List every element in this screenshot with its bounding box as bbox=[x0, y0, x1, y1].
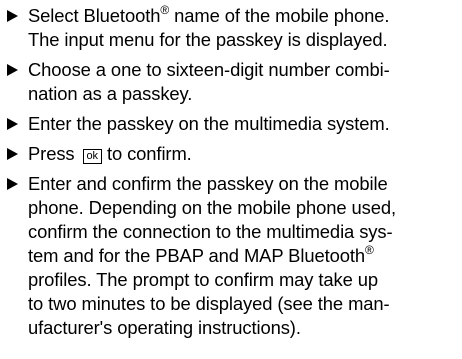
text-line: profiles. The prompt to confirm may take… bbox=[28, 269, 379, 290]
ok-key-symbol: ok bbox=[82, 149, 102, 164]
step-enter-passkey-multimedia: Enter the passkey on the multimedia syst… bbox=[0, 112, 462, 136]
text-line: phone. Depending on the mobile phone use… bbox=[28, 197, 396, 218]
step-choose-passkey: Choose a one to sixteen-digit number com… bbox=[0, 58, 462, 106]
registered-trademark-mark: ® bbox=[364, 242, 374, 257]
text-line: Select Bluetooth® name of the mobile pho… bbox=[28, 2, 390, 26]
text-line: Enter and confirm the passkey on the mob… bbox=[28, 173, 388, 194]
text-line: Enter the passkey on the multimedia syst… bbox=[28, 113, 390, 134]
text-line: tem and for the PBAP and MAP Bluetooth® bbox=[28, 242, 374, 266]
instruction-steps: Select Bluetooth® name of the mobile pho… bbox=[0, 0, 462, 340]
text-line: confirm the connection to the multimedia… bbox=[28, 221, 393, 242]
bullet-arrow-icon bbox=[7, 148, 18, 160]
text-line: nation as a passkey. bbox=[28, 83, 193, 104]
step-select-bluetooth-name: Select Bluetooth® name of the mobile pho… bbox=[0, 4, 462, 52]
step-confirm-on-mobile-phone: Enter and confirm the passkey on the mob… bbox=[0, 172, 462, 340]
bullet-arrow-icon bbox=[7, 10, 18, 22]
text-line: Press ok to confirm. bbox=[28, 143, 192, 164]
text-line: ufacturer's operating instructions). bbox=[28, 317, 301, 338]
bullet-arrow-icon bbox=[7, 64, 18, 76]
registered-trademark-mark: ® bbox=[160, 2, 170, 17]
text-line: to two minutes to be displayed (see the … bbox=[28, 293, 390, 314]
bullet-arrow-icon bbox=[7, 118, 18, 130]
text-line: Choose a one to sixteen-digit number com… bbox=[28, 59, 390, 80]
text-line: The input menu for the passkey is displa… bbox=[28, 29, 388, 50]
bullet-arrow-icon bbox=[7, 178, 18, 190]
step-press-ok: Press ok to confirm. bbox=[0, 142, 462, 166]
